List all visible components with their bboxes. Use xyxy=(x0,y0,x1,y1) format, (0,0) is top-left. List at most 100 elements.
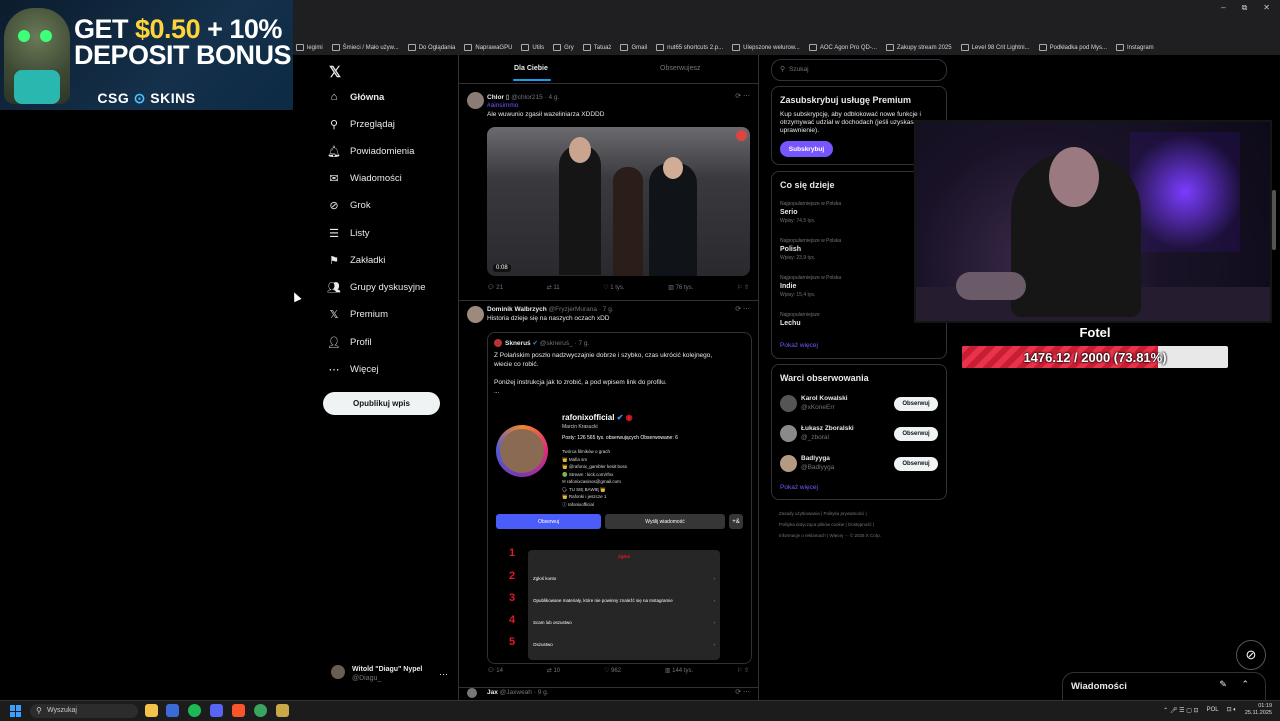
show-more-link[interactable]: Pokaż więcej xyxy=(780,484,818,491)
discord-icon[interactable] xyxy=(210,704,223,717)
tweet-more-icon[interactable]: ⟳ ⋯ xyxy=(735,305,750,313)
tweet[interactable]: Dominik Walbrzych @FryzjerMurana · 7 g. … xyxy=(459,301,758,688)
reply-button[interactable]: 💬︎ 14 xyxy=(487,667,503,674)
avatar[interactable] xyxy=(467,688,477,698)
hashtag[interactable]: #ainsimmo xyxy=(487,102,518,109)
footer-link[interactable]: Polityka dotycząca plików cookie xyxy=(779,522,844,527)
video-player[interactable]: 0:08 xyxy=(487,127,750,276)
spotify-icon[interactable] xyxy=(188,704,201,717)
more-icon[interactable]: ⋯ xyxy=(439,669,448,680)
retweet-button[interactable]: ⇄ 10 xyxy=(547,667,560,674)
avatar[interactable] xyxy=(780,395,797,412)
like-button[interactable]: ♡ 962 xyxy=(604,667,621,674)
bookmark-button[interactable]: ⚐ ⇧ xyxy=(737,284,749,291)
views-button[interactable]: ▥ 144 tys. xyxy=(665,667,693,674)
author-handle[interactable]: @FryzjerMurana · 7 g. xyxy=(549,306,614,313)
bookmark-item[interactable]: Gmail xyxy=(620,44,647,51)
bookmark-item[interactable]: legimi xyxy=(296,44,323,51)
avatar[interactable] xyxy=(467,92,484,109)
close-button[interactable]: ✕ xyxy=(1263,3,1270,13)
trend-item[interactable]: Najpopularniejsze w Polska Indie Wpisy: 15… xyxy=(780,275,841,298)
nav-item-listy[interactable]: ☰ Listy xyxy=(328,227,369,240)
avatar[interactable] xyxy=(467,306,484,323)
bookmark-item[interactable]: Level 98 Crit Lightni... xyxy=(960,44,1030,51)
nav-item-więcej[interactable]: ⋯ Więcej xyxy=(328,363,379,376)
author-handle[interactable]: @chlor215 · 4 g. xyxy=(511,94,559,101)
follow-button[interactable]: Obserwuj xyxy=(894,397,938,411)
reply-button[interactable]: 💬︎ 21 xyxy=(487,284,503,291)
nav-item-przeglądaj[interactable]: ⚲ Przeglądaj xyxy=(328,118,395,131)
app-icon[interactable] xyxy=(276,704,289,717)
post-button[interactable]: Opublikuj wpis xyxy=(323,392,440,415)
bookmark-item[interactable]: Utils xyxy=(521,44,544,51)
bookmark-item[interactable]: Śmieci / Mało używ... xyxy=(331,44,399,51)
nav-item-profil[interactable]: 👤︎ Profil xyxy=(327,336,372,349)
follow-button[interactable]: Obserwuj xyxy=(894,457,938,471)
bookmark-item[interactable]: NaprawaGPU xyxy=(464,44,512,51)
bookmark-item[interactable]: Ulepszone welurow... xyxy=(732,44,800,51)
nav-item-premium[interactable]: 𝕏 Premium xyxy=(328,308,388,321)
nav-item-grupy-dyskusyjne[interactable]: 👥︎ Grupy dyskusyjne xyxy=(327,281,426,294)
windows-start-icon[interactable] xyxy=(10,705,22,717)
language-indicator[interactable]: POL xyxy=(1207,707,1219,713)
footer-link[interactable]: Więcej ··· xyxy=(829,533,848,538)
tweet-more-icon[interactable]: ⟳ ⋯ xyxy=(735,92,750,100)
follow-suggestion[interactable]: Karol Kowalski @xKoneErr Obserwuj xyxy=(780,393,940,415)
bookmark-button[interactable]: ⚐ ⇧ xyxy=(737,667,749,674)
subscribe-button[interactable]: Subskrybuj xyxy=(780,141,833,157)
nav-item-wiadomości[interactable]: ✉ Wiadomości xyxy=(328,172,401,185)
tray-icons[interactable]: ⌃ 🎤︎ ☰ ▢ ⊡ xyxy=(1163,707,1198,714)
show-more-link[interactable]: Pokaż więcej xyxy=(780,342,818,349)
messages-dock[interactable]: Wiadomości ✎ ⌃ xyxy=(1062,672,1266,701)
avatar[interactable] xyxy=(780,455,797,472)
maximize-button[interactable]: ⧉ xyxy=(1242,3,1248,13)
trend-item[interactable]: Najpopularniejsze w Polska Polish Wpisy: 2… xyxy=(780,238,841,261)
bookmark-item[interactable]: Instagram xyxy=(1116,44,1154,51)
avatar[interactable] xyxy=(780,425,797,442)
x-logo-icon[interactable]: 𝕏 xyxy=(329,63,341,81)
follow-button[interactable]: Obserwuj xyxy=(894,427,938,441)
network-icon[interactable]: ⊡ 🔈︎ xyxy=(1227,706,1237,714)
like-button[interactable]: ♡ 1 tys. xyxy=(603,284,624,291)
author-name[interactable]: Dominik Walbrzych xyxy=(487,306,547,313)
grok-icon[interactable]: ⊘ xyxy=(1236,640,1266,670)
follow-suggestion[interactable]: Łukasz Zboralski @_zboral Obserwuj xyxy=(780,423,940,445)
views-button[interactable]: ▥ 76 tys. xyxy=(668,284,693,291)
bookmark-item[interactable]: Do Oglądania xyxy=(407,44,455,51)
tab-following[interactable]: Obserwujesz xyxy=(660,65,700,72)
tab-for-you[interactable]: Dla Ciebie xyxy=(513,65,551,81)
clock[interactable]: 01:19 25.11.2025 xyxy=(1245,703,1272,717)
messages-dock-icons[interactable]: ✎ ⌃ xyxy=(1219,679,1255,690)
bookmark-item[interactable]: nut65 shortcuts 2.p... xyxy=(656,44,723,51)
scrollbar[interactable] xyxy=(1272,190,1276,250)
tweet-more-icon[interactable]: ⟳ ⋯ xyxy=(735,688,750,696)
retweet-button[interactable]: ⇄ 11 xyxy=(547,284,560,291)
account-switcher[interactable]: Witold "Diagu" Nypel @Diagu_ ⋯ xyxy=(331,663,451,687)
bookmark-item[interactable]: Gry xyxy=(553,44,574,51)
footer-link[interactable]: Zasady użytkowania xyxy=(779,511,820,516)
nav-item-zakładki[interactable]: ⚑ Zakładki xyxy=(328,254,385,267)
bookmark-item[interactable]: Tatuaż xyxy=(582,44,611,51)
taskbar-search[interactable]: ⚲ Wyszukaj xyxy=(30,704,138,718)
trend-item[interactable]: Najpopularniejsze Lechu xyxy=(780,312,820,329)
footer-link[interactable]: Polityka prywatności xyxy=(823,511,864,516)
bookmark-item[interactable]: AOC Agon Pro QD-... xyxy=(808,44,877,51)
tweet[interactable]: Jax @Jaxweah · 9 g. ⟳ ⋯ xyxy=(459,688,758,700)
footer-link[interactable]: Dostępność xyxy=(848,522,872,527)
quoted-tweet[interactable]: Skneruś ✔ @skneruś_ · 7 g. Z Polańskim p… xyxy=(487,332,752,664)
nav-item-grok[interactable]: ⊘ Grok xyxy=(328,199,370,212)
minimize-button[interactable]: – xyxy=(1221,3,1225,13)
nav-item-główna[interactable]: ⌂ Główna xyxy=(328,91,385,103)
nav-item-powiadomienia[interactable]: 🔔︎ Powiadomienia xyxy=(327,145,414,158)
trend-item[interactable]: Najpopularniejsze w Polska Serio Wpisy: 74… xyxy=(780,201,841,224)
footer-link[interactable]: Informacje o reklamach xyxy=(779,533,826,538)
follow-suggestion[interactable]: Badlyyga @Badlyyga Obserwuj xyxy=(780,453,940,475)
author-name[interactable]: Chlor xyxy=(487,94,504,101)
search-input[interactable]: ⚲ Szukaj xyxy=(771,59,947,81)
file-explorer-icon[interactable] xyxy=(145,704,158,717)
bookmark-item[interactable]: Zakupy stream 2025 xyxy=(885,44,952,51)
store-icon[interactable] xyxy=(166,704,179,717)
bookmark-item[interactable]: Podkładka pod Mys... xyxy=(1038,44,1107,51)
brave-icon[interactable] xyxy=(232,704,245,717)
tweet[interactable]: Chlor ▯ @chlor215 · 4 g. ⟳ ⋯ #ainsimmo A… xyxy=(459,84,758,301)
